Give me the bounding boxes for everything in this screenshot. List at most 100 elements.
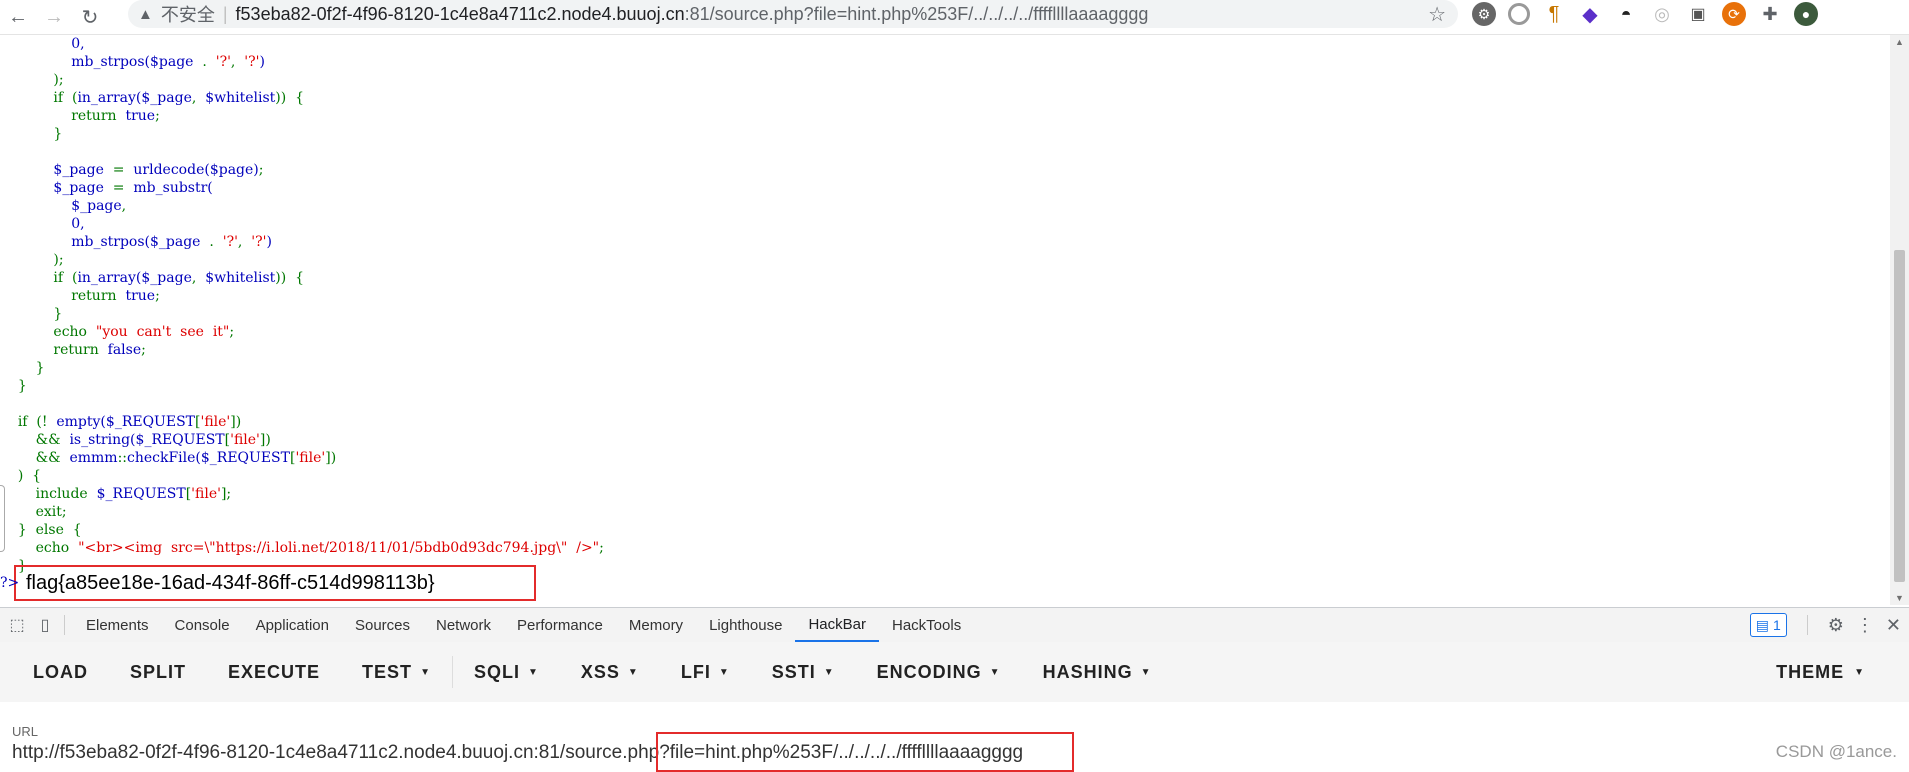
sqli-button[interactable]: SQLI ▼	[453, 662, 560, 683]
reload-icon[interactable]: ↻	[72, 2, 108, 32]
messages-badge[interactable]: ▤ 1	[1749, 613, 1787, 637]
tab-lighthouse[interactable]: Lighthouse	[696, 608, 795, 642]
code-token: return	[71, 288, 126, 304]
circle-extension-icon[interactable]	[1508, 3, 1530, 25]
settings-extension-icon[interactable]: ⚙	[1472, 2, 1496, 26]
globe-extension-icon[interactable]: ◎	[1650, 2, 1674, 26]
divider	[64, 615, 65, 635]
code-token: );	[53, 252, 64, 268]
xss-button[interactable]: XSS ▼	[560, 662, 660, 683]
code-token: 'file'	[295, 450, 326, 466]
code-token: $_REQUEST	[200, 450, 290, 466]
scroll-thumb[interactable]	[1894, 250, 1905, 582]
code-token: if (!	[17, 414, 57, 430]
hat-extension-icon[interactable]: ◓	[1614, 2, 1638, 26]
button-label: XSS	[580, 661, 620, 682]
tab-hackbar[interactable]: HackBar	[795, 608, 879, 642]
code-token: echo	[35, 540, 79, 556]
tab-sources[interactable]: Sources	[342, 608, 423, 642]
code-token: "you can't see it"	[95, 324, 230, 340]
code-line: }	[0, 126, 62, 142]
button-label: TEST	[362, 661, 413, 682]
execute-button[interactable]: EXECUTE	[207, 662, 341, 683]
code-token: $_page	[53, 180, 104, 196]
sync-extension-icon[interactable]: ⟳	[1722, 2, 1746, 26]
forward-icon[interactable]: →	[36, 2, 72, 32]
code-token: '?'	[222, 234, 238, 250]
code-token: true	[125, 288, 156, 304]
tab-console[interactable]: Console	[162, 608, 243, 642]
gear-icon[interactable]: ⚙	[1828, 615, 1844, 636]
devtools-tabs: Elements Console Application Sources Network…	[73, 608, 974, 642]
code-line: return false;	[0, 342, 145, 358]
tab-application[interactable]: Application	[243, 608, 342, 642]
warning-icon: ▲	[138, 5, 153, 23]
code-token: ::	[117, 450, 127, 466]
ssti-button[interactable]: SSTI ▼	[751, 662, 856, 683]
tab-hacktools[interactable]: HackTools	[879, 608, 974, 642]
code-token: checkFile(	[127, 450, 201, 466]
code-token: return	[71, 108, 126, 124]
code-line: exit;	[0, 504, 67, 520]
code-token: '?'	[244, 54, 260, 70]
theme-button[interactable]: THEME ▼	[1776, 642, 1865, 702]
split-button[interactable]: SPLIT	[109, 662, 207, 683]
pilcrow-extension-icon[interactable]: ¶	[1542, 2, 1566, 26]
test-button[interactable]: TEST ▼	[341, 662, 452, 683]
hackbar-buttons: LOAD SPLIT EXECUTE TEST ▼ SQLI ▼ XSS ▼ LFI ▼ SSTI ▼ E…	[0, 656, 1173, 688]
code-token: 'file'	[230, 432, 260, 448]
code-token: if (	[53, 90, 78, 106]
code-token: is_string(	[69, 432, 136, 448]
code-token: ;	[155, 288, 160, 304]
code-line: if (in_array($_page, $whitelist)) {	[0, 270, 304, 286]
inspect-element-icon[interactable]: ⬚	[6, 614, 28, 636]
button-label: LOAD	[33, 661, 88, 682]
code-token: .	[193, 54, 216, 70]
address-bar[interactable]: ▲ 不安全 | f53eba82-0f2f-4f96-8120-1c4e8a47…	[128, 0, 1458, 28]
window-extension-icon[interactable]: ▣	[1686, 2, 1710, 26]
code-token: in_array(	[77, 90, 142, 106]
code-token: } else {	[17, 522, 82, 538]
scroll-down-icon[interactable]: ▼	[1895, 593, 1904, 603]
code-line: echo "you can't see it";	[0, 324, 234, 340]
caret-down-icon: ▼	[627, 666, 639, 678]
tab-elements[interactable]: Elements	[73, 608, 162, 642]
flag-text: flag{a85ee18e-16ad-434f-86ff-c514d998113…	[26, 572, 435, 594]
code-line: $_page = mb_substr(	[0, 180, 212, 196]
code-token: =	[103, 162, 134, 178]
puzzle-extension-icon[interactable]: ✚	[1758, 2, 1782, 26]
code-token: ) {	[17, 468, 42, 484]
tab-performance[interactable]: Performance	[504, 608, 616, 642]
layers-extension-icon[interactable]: ◆	[1578, 2, 1602, 26]
encoding-button[interactable]: ENCODING ▼	[856, 662, 1022, 683]
hashing-button[interactable]: HASHING ▼	[1022, 662, 1173, 683]
page-scrollbar[interactable]: ▲ ▼	[1890, 35, 1909, 605]
more-options-icon[interactable]: ⋮	[1856, 615, 1874, 636]
code-token: true	[125, 108, 156, 124]
code-line: 0,	[0, 36, 84, 52]
side-panel-handle[interactable]	[0, 485, 5, 552]
url-highlight-box	[656, 732, 1075, 772]
hackbar-url-area: URL http://f53eba82-0f2f-4f96-8120-1c4e8…	[0, 703, 1909, 772]
code-token: return	[53, 342, 108, 358]
lfi-button[interactable]: LFI ▼	[660, 662, 751, 683]
code-token: }	[35, 360, 45, 376]
device-toolbar-icon[interactable]: ▯	[34, 614, 56, 636]
caret-down-icon: ▼	[1854, 666, 1865, 678]
extensions-area: ⚙ ¶ ◆ ◓ ◎ ▣ ⟳ ✚ ●	[1472, 0, 1818, 28]
code-token: ,	[230, 54, 245, 70]
code-token: $_REQUEST	[96, 486, 186, 502]
scroll-up-icon[interactable]: ▲	[1895, 37, 1904, 47]
button-label: EXECUTE	[228, 661, 321, 682]
caret-down-icon: ▼	[527, 666, 539, 678]
code-token: 'file'	[191, 486, 221, 502]
tab-network[interactable]: Network	[423, 608, 504, 642]
back-icon[interactable]: ←	[0, 2, 36, 32]
code-line: mb_strpos($page . '?', '?')	[0, 54, 265, 70]
button-label: LFI	[680, 661, 711, 682]
tab-memory[interactable]: Memory	[616, 608, 696, 642]
profile-avatar[interactable]: ●	[1794, 2, 1818, 26]
close-icon[interactable]: ✕	[1886, 615, 1901, 636]
bookmark-star-icon[interactable]: ☆	[1428, 2, 1446, 27]
load-button[interactable]: LOAD	[12, 662, 109, 683]
